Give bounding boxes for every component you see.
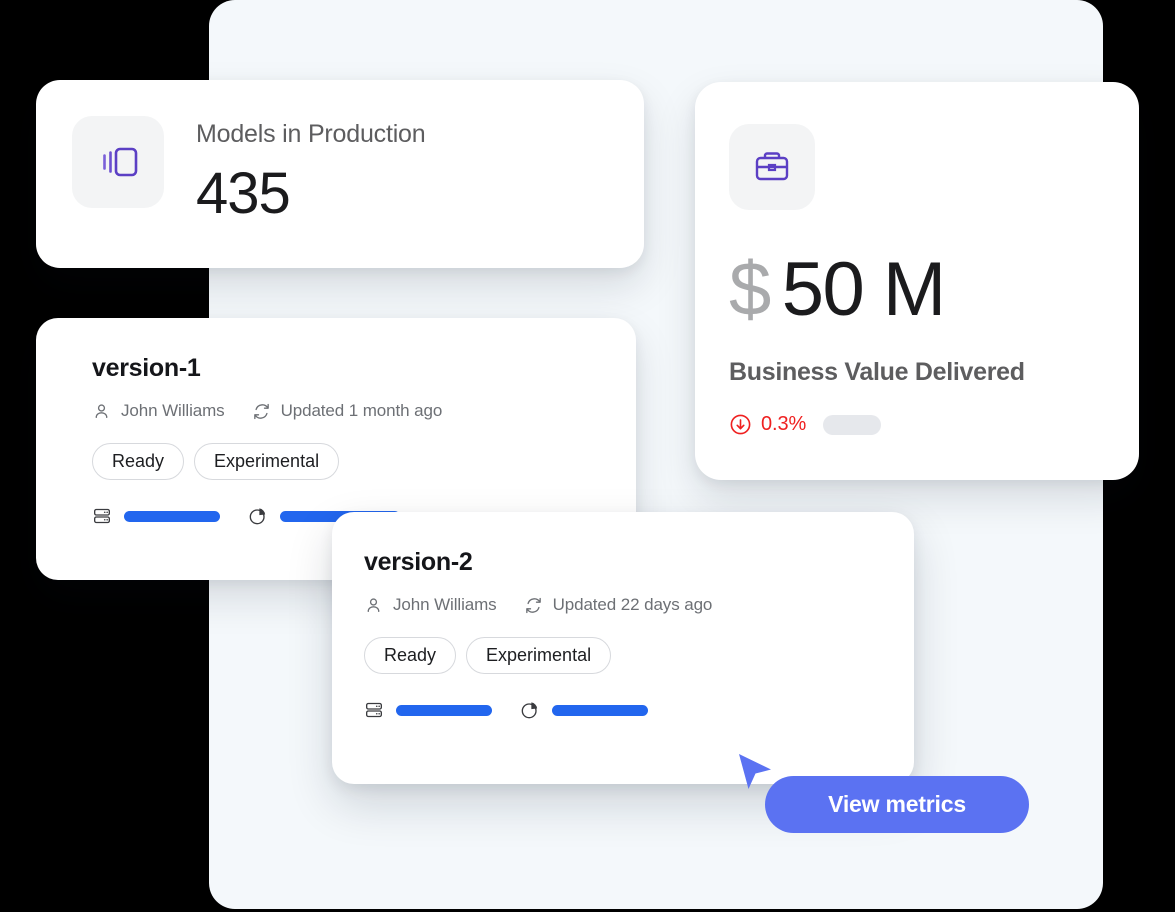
database-icon (94, 508, 111, 524)
layers-stack-icon-tile (72, 116, 164, 208)
business-value-number: 50 M (781, 247, 946, 332)
updated-text: Updated 22 days ago (552, 595, 713, 614)
updated-text: Updated 1 month ago (280, 401, 443, 420)
arrow-down-circle-icon (730, 414, 751, 435)
version-card-meta: John Williams Updated 22 days ago (364, 595, 914, 615)
status-badge-ready[interactable]: Ready (92, 443, 185, 480)
version-card-title: version-2 (364, 548, 473, 576)
models-card-label: Models in Production (196, 120, 426, 148)
version-card-meta: John Williams Updated 1 month ago (92, 401, 636, 421)
pie-chart-icon (521, 702, 538, 719)
business-value-amount: $50 M (729, 252, 1139, 328)
currency-symbol: $ (729, 247, 771, 332)
stat-bar (552, 704, 648, 716)
version-card-title: version-1 (92, 354, 201, 382)
stat-bar (124, 510, 220, 522)
view-metrics-button[interactable]: View metrics (765, 776, 1029, 833)
refresh-icon (525, 597, 541, 613)
delta-placeholder-bar (823, 414, 882, 435)
version-card-2[interactable]: version-2 John Williams Updated 22 days … (332, 512, 914, 784)
business-value-caption: Business Value Delivered (729, 358, 1025, 386)
stat-pie (520, 700, 648, 720)
models-in-production-card: Models in Production 435 (36, 80, 644, 268)
layers-stack-icon (103, 147, 138, 177)
badge-row: Ready Experimental (364, 637, 914, 674)
database-icon (366, 702, 383, 718)
briefcase-icon (755, 152, 789, 181)
briefcase-icon-tile (729, 124, 815, 210)
updated: Updated 22 days ago (524, 595, 713, 615)
status-badge-experimental[interactable]: Experimental (466, 637, 612, 674)
business-value-card: $50 M Business Value Delivered 0.3% (695, 82, 1139, 480)
status-badge-experimental[interactable]: Experimental (194, 443, 340, 480)
models-card-value: 435 (196, 161, 291, 226)
screenshot-root: Models in Production 435 $50 M Business … (0, 0, 1175, 912)
user-icon (95, 403, 108, 418)
author-name: John Williams (121, 401, 225, 420)
pie-chart-icon (249, 508, 266, 525)
stats-row (364, 700, 914, 720)
business-value-delta: 0.3% (729, 413, 1139, 436)
stat-database (92, 506, 220, 526)
author: John Williams (364, 595, 497, 615)
status-badge-ready[interactable]: Ready (364, 637, 457, 674)
stat-bar (396, 704, 492, 716)
updated: Updated 1 month ago (252, 401, 443, 421)
refresh-icon (253, 403, 269, 419)
stat-database (364, 700, 492, 720)
author-name: John Williams (393, 595, 497, 614)
user-icon (367, 597, 380, 612)
delta-value: 0.3% (761, 413, 807, 435)
badge-row: Ready Experimental (92, 443, 636, 480)
author: John Williams (92, 401, 225, 421)
